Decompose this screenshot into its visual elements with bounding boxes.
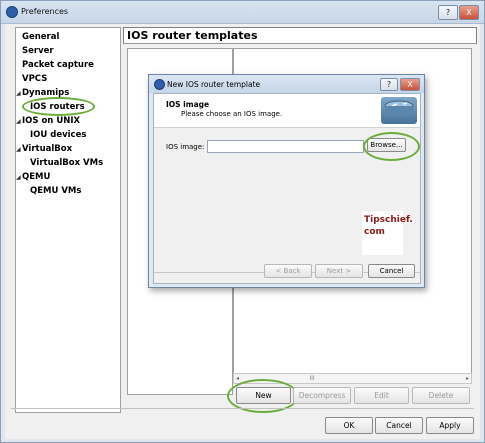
scroll-grip[interactable]: III	[306, 375, 318, 382]
dialog-close-button[interactable]: X	[400, 78, 420, 91]
close-button[interactable]: X	[459, 5, 479, 20]
cancel-button[interactable]: Cancel	[375, 417, 423, 434]
wizard-heading: IOS image	[166, 100, 210, 109]
dialog-body: IOS image Please choose an IOS image. IO…	[153, 93, 421, 284]
router-arrows-icon	[384, 100, 414, 116]
decompress-button[interactable]: Decompress	[293, 387, 351, 404]
expand-arrow-icon[interactable]: ◢	[16, 118, 21, 125]
expand-arrow-icon[interactable]: ◢	[16, 90, 21, 97]
tree-item-qemu[interactable]: QEMU	[22, 172, 50, 182]
tree-item-vpcs[interactable]: VPCS	[22, 74, 47, 84]
watermark-line-1: Tipschief.	[364, 215, 413, 225]
apply-button[interactable]: Apply	[426, 417, 474, 434]
dialog-title-bar: New IOS router template ? X	[149, 75, 424, 93]
tree-item-packet-capture[interactable]: Packet capture	[22, 60, 94, 70]
tree-item-virtualbox[interactable]: VirtualBox	[22, 144, 72, 154]
tree-item-virtualbox-vms[interactable]: VirtualBox VMs	[30, 158, 103, 168]
delete-button[interactable]: Delete	[412, 387, 470, 404]
dialog-help-button[interactable]: ?	[380, 78, 398, 91]
watermark: Tipschief. com	[362, 211, 413, 255]
edit-button[interactable]: Edit	[354, 387, 409, 404]
app-icon	[154, 79, 165, 90]
preferences-window: Preferences ? X General Server Packet ca…	[0, 0, 485, 443]
tree-item-ios-on-unix[interactable]: IOS on UNIX	[22, 116, 80, 126]
next-button[interactable]: Next >	[315, 264, 363, 278]
help-button[interactable]: ?	[438, 5, 458, 20]
scroll-left-icon[interactable]: ◂	[236, 374, 239, 383]
wizard-banner: IOS image Please choose an IOS image.	[154, 94, 420, 128]
watermark-line-2: com	[364, 227, 385, 237]
router-icon	[381, 97, 417, 124]
ok-button[interactable]: OK	[325, 417, 373, 434]
dialog-cancel-button[interactable]: Cancel	[368, 264, 415, 278]
expand-arrow-icon[interactable]: ◢	[16, 174, 21, 181]
page-title: IOS router templates	[123, 27, 477, 44]
tree-item-qemu-vms[interactable]: QEMU VMs	[30, 186, 81, 196]
wizard-subtitle: Please choose an IOS image.	[181, 110, 283, 118]
preferences-tree: General Server Packet capture VPCS ◢ Dyn…	[15, 27, 121, 413]
back-button[interactable]: < Back	[264, 264, 312, 278]
window-title: Preferences	[21, 7, 69, 16]
tree-item-iou-devices[interactable]: IOU devices	[30, 130, 86, 140]
expand-arrow-icon[interactable]: ◢	[16, 146, 21, 153]
dialog-title: New IOS router template	[167, 80, 261, 89]
ios-image-input[interactable]	[207, 140, 364, 153]
new-ios-router-template-dialog: New IOS router template ? X IOS image Pl…	[148, 74, 425, 288]
tree-item-server[interactable]: Server	[22, 46, 54, 56]
highlight-ring	[363, 132, 420, 161]
footer-divider	[11, 408, 474, 409]
app-icon	[6, 6, 18, 18]
highlight-ring	[22, 97, 95, 116]
scroll-right-icon[interactable]: ▸	[466, 374, 469, 383]
ios-image-label: IOS image:	[166, 143, 205, 151]
tree-item-general[interactable]: General	[22, 32, 59, 42]
header-divider	[123, 43, 476, 44]
title-bar: Preferences ? X	[1, 1, 484, 24]
